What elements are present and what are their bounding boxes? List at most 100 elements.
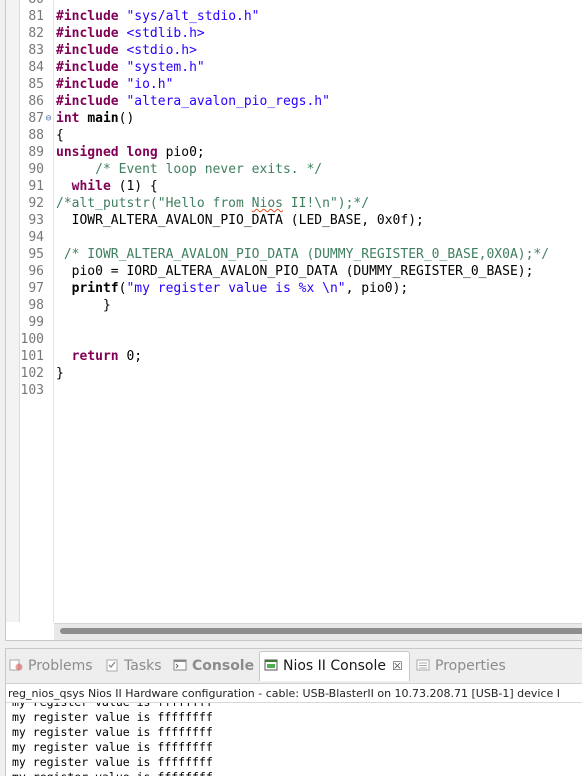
code-token: long [126, 145, 158, 160]
code-token: } [56, 366, 64, 381]
console-output[interactable]: my register value is ffffffff my register… [6, 702, 582, 776]
code-line[interactable]: 92 /*alt_putstr("Hello from Nios II!\n");… [6, 195, 582, 212]
code-token: /* IOWR_ALTERA_AVALON_PIO_DATA (DUMMY_RE… [63, 247, 550, 262]
console-line: my register value is ffffffff [12, 770, 213, 776]
code-token: "sys/alt_stdio.h" [126, 9, 260, 24]
tab-nios-ii-console[interactable]: Nios II Console ☒ [259, 651, 410, 681]
line-number: 90 [28, 162, 44, 177]
tasks-icon [105, 656, 119, 672]
code-line[interactable]: 93 IOWR_ALTERA_AVALON_PIO_DATA (LED_BASE… [6, 212, 582, 229]
code-line[interactable]: 85 #include "io.h" [6, 76, 582, 93]
close-icon[interactable]: ☒ [392, 652, 403, 681]
code-lines[interactable]: 8081 #include "sys/alt_stdio.h" 82 #include… [6, 0, 582, 399]
console-line: my register value is ffffffff [12, 702, 213, 709]
code-line[interactable]: 98 } [6, 297, 582, 314]
code-line[interactable]: 99 [6, 314, 582, 331]
code-line[interactable]: 102} [6, 365, 582, 382]
code-token: pio0 = IORD_ALTERA_AVALON_PIO_DATA (DUMM… [56, 264, 534, 279]
console-icon [173, 656, 187, 671]
fold-toggle-icon[interactable]: ⊖ [44, 110, 53, 127]
line-number: 95 [28, 247, 44, 262]
line-number: 82 [28, 26, 44, 41]
code-line[interactable]: 83 #include <stdio.h> [6, 42, 582, 59]
code-token: #include [56, 9, 119, 24]
code-line[interactable]: 100 [6, 331, 582, 348]
line-number: 84 [28, 60, 44, 75]
tab-label: Properties [435, 658, 506, 674]
line-number: 96 [28, 264, 44, 279]
code-token: /* Event loop never exits. */ [95, 162, 323, 177]
nios-console-icon [264, 654, 278, 671]
code-line[interactable]: 81 #include "sys/alt_stdio.h" [6, 8, 582, 25]
code-token: (1) { [110, 179, 158, 194]
code-line[interactable]: 90 /* Event loop never exits. */ [6, 161, 582, 178]
line-number: 83 [28, 43, 44, 58]
code-line[interactable]: 91 while (1) { [6, 178, 582, 195]
code-token: "altera_avalon_pio_regs.h" [126, 94, 330, 109]
code-text: #include <stdlib.h> [56, 25, 205, 42]
code-line[interactable]: 88 { [6, 127, 582, 144]
line-number: 81 [28, 9, 44, 24]
code-line[interactable]: 96 pio0 = IORD_ALTERA_AVALON_PIO_DATA (D… [6, 263, 582, 280]
problems-icon [9, 656, 23, 671]
code-line[interactable]: 97 printf("my register value is %x \n", … [6, 280, 582, 297]
code-text: /*alt_putstr("Hello from Nios II!\n");*/ [56, 195, 369, 212]
code-token: , pio0); [345, 281, 409, 296]
line-number: 97 [28, 281, 44, 296]
code-text: { [56, 127, 64, 144]
code-token: /*alt_putstr("Hello from [56, 196, 252, 211]
tab-label: Tasks [124, 658, 162, 674]
code-text: int main() [56, 110, 134, 127]
code-token: { [56, 128, 64, 143]
code-line[interactable]: 84 #include "system.h" [6, 59, 582, 76]
line-number: 100 [20, 332, 44, 347]
line-number: 103 [20, 383, 44, 398]
code-text: } [56, 365, 64, 382]
code-token: unsigned [56, 145, 119, 160]
line-number: 88 [28, 128, 44, 143]
code-text: /* Event loop never exits. */ [56, 161, 322, 178]
code-token: pio0; [157, 145, 205, 160]
code-text: #include "io.h" [56, 76, 173, 93]
code-text: printf("my register value is %x \n", pio… [56, 280, 409, 297]
code-line[interactable]: 103 [6, 382, 582, 399]
code-editor[interactable]: 8081 #include "sys/alt_stdio.h" 82 #include… [5, 0, 582, 641]
code-token: #include [56, 43, 119, 58]
code-text: #include "system.h" [56, 59, 205, 76]
code-line[interactable]: 80 [6, 0, 582, 8]
horizontal-scrollbar[interactable] [54, 623, 582, 640]
code-text: /* IOWR_ALTERA_AVALON_PIO_DATA (DUMMY_RE… [56, 246, 549, 263]
tab-label: Console [192, 658, 255, 674]
code-token: "io.h" [126, 77, 174, 92]
console-line: my register value is ffffffff [12, 725, 213, 739]
code-text: IOWR_ALTERA_AVALON_PIO_DATA (LED_BASE, 0… [56, 212, 424, 229]
code-token: } [56, 298, 111, 313]
code-line[interactable]: 89 unsigned long pio0; [6, 144, 582, 161]
code-line[interactable]: 82 #include <stdlib.h> [6, 25, 582, 42]
console-line: my register value is ffffffff [12, 740, 213, 754]
scrollbar-thumb[interactable] [60, 628, 582, 634]
code-token: Nios [251, 196, 283, 211]
tab-console[interactable]: Console [173, 654, 254, 678]
tab-tasks[interactable]: Tasks [105, 654, 162, 678]
code-line[interactable]: 87 ⊖ int main() [6, 110, 582, 127]
code-line[interactable]: 94 [6, 229, 582, 246]
code-token: <stdlib.h> [126, 26, 205, 41]
tab-problems[interactable]: Problems [9, 654, 93, 678]
code-line[interactable]: 86 #include "altera_avalon_pio_regs.h" [6, 93, 582, 110]
line-number: 93 [28, 213, 44, 228]
tab-properties[interactable]: Properties [416, 654, 506, 678]
code-token: () [118, 111, 135, 126]
code-text: while (1) { [56, 178, 158, 195]
code-token: #include [56, 26, 119, 41]
code-line[interactable]: 95 /* IOWR_ALTERA_AVALON_PIO_DATA (DUMMY… [6, 246, 582, 263]
code-text: return 0; [56, 348, 142, 365]
code-token: while [71, 179, 111, 194]
code-line[interactable]: 101 return 0; [6, 348, 582, 365]
line-number: 85 [28, 77, 44, 92]
ide-window: 8081 #include "sys/alt_stdio.h" 82 #include… [0, 0, 582, 776]
